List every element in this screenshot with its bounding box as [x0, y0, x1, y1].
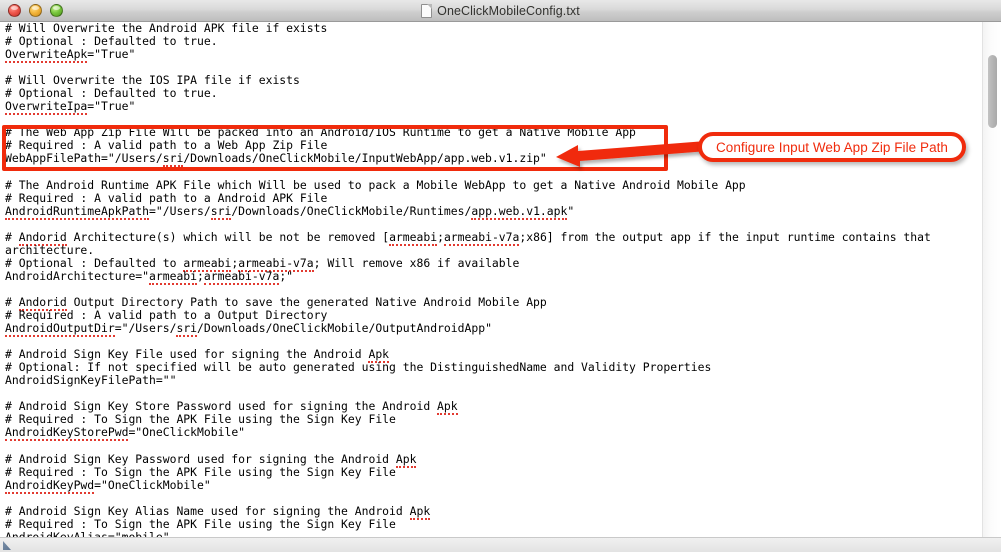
code-line: AndroidSignKeyFilePath="" [5, 373, 177, 388]
code-line: OverwriteIpa="True" [5, 99, 136, 116]
minimize-button[interactable] [29, 4, 42, 17]
vertical-scrollbar[interactable] [982, 22, 1001, 537]
code-line: AndroidKeyStorePwd="OneClickMobile" [5, 425, 246, 442]
resize-grip[interactable] [3, 541, 11, 550]
zoom-button[interactable] [50, 4, 63, 17]
window-titlebar[interactable]: OneClickMobileConfig.txt [0, 0, 1001, 22]
config-file-contents[interactable]: # Will Overwrite the Android APK file if… [5, 22, 980, 537]
document-icon [421, 4, 433, 18]
code-line: # Optional : Defaulted to true. [5, 34, 218, 49]
text-editor-window: OneClickMobileConfig.txt # Will Overwrit… [0, 0, 1001, 552]
code-line: # Required : To Sign the APK File using … [5, 516, 396, 531]
window-controls [8, 4, 63, 17]
annotation-callout-bubble: Configure Input Web App Zip File Path [698, 132, 966, 162]
code-line: AndroidArchitecture="armeabi;armeabi-v7a… [5, 268, 294, 285]
window-title-group: OneClickMobileConfig.txt [0, 0, 1001, 22]
code-line: OverwriteApk="True" [5, 47, 136, 64]
code-line: # Optional : Defaulted to true. [5, 86, 218, 101]
code-line: AndroidKeyPwd="OneClickMobile" [5, 477, 211, 494]
code-line: # Andorid Architecture(s) which will be … [5, 229, 938, 257]
code-line: AndroidOutputDir="/Users/sri/Downloads/O… [5, 321, 492, 338]
annotation-callout-label: Configure Input Web App Zip File Path [716, 139, 948, 155]
vertical-scrollbar-thumb[interactable] [988, 55, 997, 128]
code-line: # Android Sign Key Alias Name used for s… [5, 503, 431, 520]
code-line: AndroidRuntimeApkPath="/Users/sri/Downlo… [5, 203, 575, 220]
code-line: # Android Sign Key Password used for sig… [5, 451, 417, 468]
window-title: OneClickMobileConfig.txt [437, 4, 580, 18]
text-editing-area[interactable]: # Will Overwrite the Android APK file if… [0, 22, 982, 537]
code-line: # Optional : Defaulted to armeabi;armeab… [5, 255, 520, 272]
close-button[interactable] [8, 4, 21, 17]
window-bottom-bar [0, 537, 1001, 552]
code-line: # The Android Runtime APK File which Wil… [5, 177, 746, 192]
code-line: # Required : To Sign the APK File using … [5, 464, 396, 479]
code-line: # Required : A valid path to a Android A… [5, 190, 328, 205]
